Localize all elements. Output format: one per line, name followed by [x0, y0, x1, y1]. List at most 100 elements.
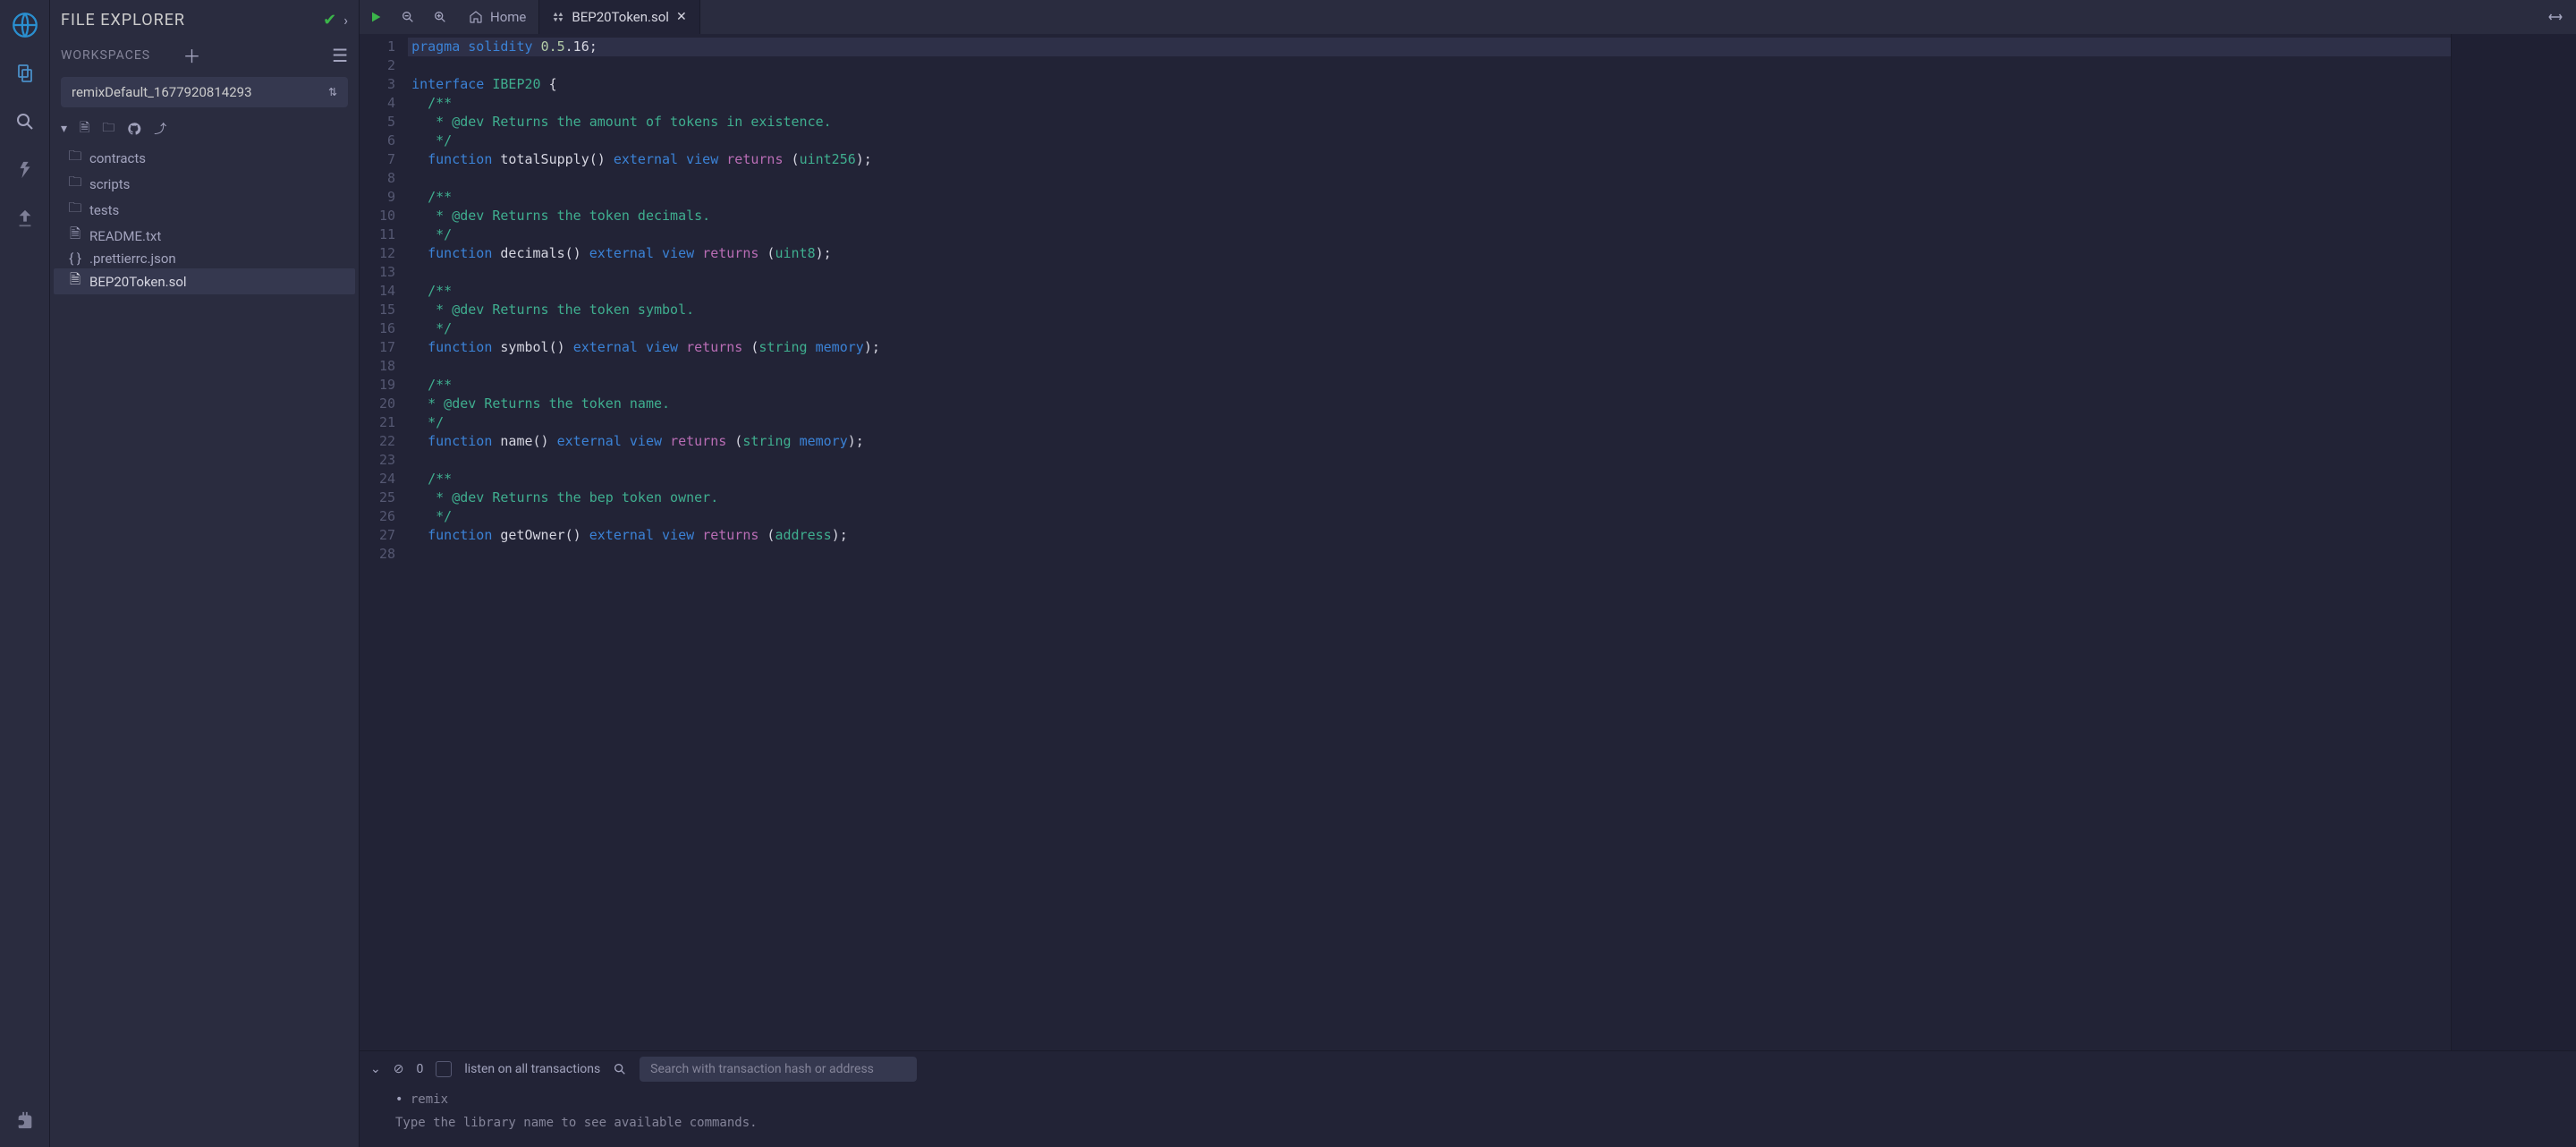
tree-item-label: .prettierrc.json — [89, 251, 176, 267]
terminal-toolbar: ⌄ ⊘ 0 listen on all transactions Search … — [360, 1051, 2576, 1087]
tree-item-label: tests — [89, 202, 119, 218]
code-line[interactable] — [408, 357, 2451, 376]
plugin-manager-icon[interactable] — [9, 1104, 41, 1136]
braces-icon: { } — [68, 251, 82, 267]
tab-home-label: Home — [490, 9, 526, 25]
code-line[interactable]: */ — [408, 507, 2451, 526]
solidity-file-icon — [552, 11, 564, 23]
tree-item-BEP20Token-sol[interactable]: 🗎 BEP20Token.sol — [54, 268, 355, 294]
code-line[interactable]: function getOwner() external view return… — [408, 526, 2451, 545]
code-line[interactable]: * @dev Returns the token name. — [408, 395, 2451, 413]
tab-file-label: BEP20Token.sol — [572, 9, 669, 25]
code-line[interactable]: */ — [408, 132, 2451, 150]
code-line[interactable]: */ — [408, 225, 2451, 244]
add-workspace-button[interactable]: ＋ — [183, 42, 201, 68]
tree-item-label: README.txt — [89, 228, 161, 244]
pending-tx-count: 0 — [416, 1062, 423, 1076]
close-tab-button[interactable]: ✕ — [676, 10, 687, 24]
hamburger-menu-icon[interactable]: ☰ — [332, 45, 348, 66]
code-line[interactable] — [408, 169, 2451, 188]
code-line[interactable]: /** — [408, 470, 2451, 489]
terminal-collapse-icon[interactable]: ⌄ — [370, 1062, 381, 1076]
clear-terminal-icon[interactable]: ⊘ — [394, 1062, 404, 1076]
run-button[interactable] — [360, 0, 392, 34]
code-line[interactable]: /** — [408, 94, 2451, 113]
code-line[interactable]: function decimals() external view return… — [408, 244, 2451, 263]
new-file-icon[interactable]: 🗎 — [80, 118, 89, 140]
icon-rail — [0, 0, 50, 1147]
compile-icon[interactable] — [9, 154, 41, 186]
file-icon: 🗎 — [68, 225, 82, 247]
remix-logo-icon[interactable] — [9, 9, 41, 41]
tree-item-tests[interactable]: 🗀 tests — [54, 197, 355, 223]
code-line[interactable] — [408, 56, 2451, 75]
terminal-search-icon[interactable] — [613, 1062, 627, 1076]
line-gutter: 1234567891011121314151617181920212223242… — [360, 34, 408, 1050]
code-line[interactable] — [408, 451, 2451, 470]
file-tree: 🗀contracts🗀scripts🗀tests🗎README.txt{ }.p… — [50, 145, 359, 1147]
tree-item-label: scripts — [89, 176, 130, 192]
deploy-icon[interactable] — [9, 202, 41, 234]
terminal-search-placeholder: Search with transaction hash or address — [650, 1062, 874, 1076]
tree-item-contracts[interactable]: 🗀contracts — [54, 145, 355, 171]
tree-item-scripts[interactable]: 🗀 scripts — [54, 171, 355, 197]
folder-icon: 🗀 — [68, 173, 82, 195]
chevron-right-icon[interactable]: › — [343, 12, 348, 29]
tree-item-label: contracts — [89, 150, 146, 166]
zoom-in-button[interactable] — [424, 0, 456, 34]
code-area[interactable]: pragma solidity 0.5.16; interface IBEP20… — [408, 34, 2451, 1050]
workspace-selector[interactable]: remixDefault_1677920814293 ⇅ — [61, 77, 348, 107]
code-line[interactable]: function totalSupply() external view ret… — [408, 150, 2451, 169]
zoom-out-button[interactable] — [392, 0, 424, 34]
new-folder-icon[interactable]: 🗀 — [102, 118, 114, 140]
home-icon — [469, 10, 483, 24]
tree-item-README-txt[interactable]: 🗎 README.txt — [54, 223, 355, 249]
code-line[interactable]: function symbol() external view returns … — [408, 338, 2451, 357]
code-line[interactable]: interface IBEP20 { — [408, 75, 2451, 94]
code-line[interactable]: /** — [408, 188, 2451, 207]
terminal-line-1: Type the library name to see available c… — [395, 1114, 2540, 1132]
workspaces-row: WORKSPACES ＋ ☰ — [50, 37, 359, 73]
editor-main: Home BEP20Token.sol ✕ 123456789101112131… — [360, 0, 2576, 1147]
upload-icon[interactable]: ⤴ — [154, 120, 166, 138]
code-line[interactable]: /** — [408, 376, 2451, 395]
tab-home[interactable]: Home — [456, 0, 539, 34]
workspace-selector-value: remixDefault_1677920814293 — [72, 84, 252, 100]
minimap[interactable] — [2451, 34, 2576, 1050]
tab-bar: Home BEP20Token.sol ✕ — [456, 0, 700, 34]
code-line[interactable]: pragma solidity 0.5.16; — [408, 38, 2451, 56]
code-line[interactable]: */ — [408, 319, 2451, 338]
code-line[interactable]: function name() external view returns (s… — [408, 432, 2451, 451]
code-editor[interactable]: 1234567891011121314151617181920212223242… — [360, 34, 2576, 1050]
terminal-panel: ⌄ ⊘ 0 listen on all transactions Search … — [360, 1050, 2576, 1147]
folder-icon: 🗀 — [68, 199, 82, 221]
search-icon[interactable] — [9, 106, 41, 138]
file-explorer-title: FILE EXPLORER — [61, 11, 316, 30]
tree-item-label: BEP20Token.sol — [89, 274, 187, 290]
file-explorer-panel: FILE EXPLORER ✔ › WORKSPACES ＋ ☰ remixDe… — [50, 0, 360, 1147]
file-icon: 🗎 — [68, 270, 82, 293]
code-line[interactable]: * @dev Returns the bep token owner. — [408, 489, 2451, 507]
check-icon[interactable]: ✔ — [323, 11, 336, 30]
tree-item--prettierrc-json[interactable]: { } .prettierrc.json — [54, 249, 355, 268]
code-line[interactable]: /** — [408, 282, 2451, 301]
code-line[interactable]: * @dev Returns the token decimals. — [408, 207, 2451, 225]
code-line[interactable]: */ — [408, 413, 2451, 432]
terminal-output[interactable]: • remix Type the library name to see ava… — [360, 1087, 2576, 1147]
file-explorer-icon[interactable] — [9, 57, 41, 89]
code-line[interactable]: * @dev Returns the token symbol. — [408, 301, 2451, 319]
file-explorer-header: FILE EXPLORER ✔ › — [50, 0, 359, 37]
terminal-line-0: remix — [411, 1092, 448, 1107]
code-line[interactable]: * @dev Returns the amount of tokens in e… — [408, 113, 2451, 132]
tab-file[interactable]: BEP20Token.sol ✕ — [539, 0, 699, 34]
listen-checkbox[interactable] — [436, 1061, 452, 1077]
terminal-search-input[interactable]: Search with transaction hash or address — [640, 1057, 917, 1082]
expand-editor-button[interactable] — [2535, 11, 2576, 23]
tree-collapse-icon[interactable]: ▾ — [61, 122, 67, 136]
github-icon[interactable] — [127, 122, 141, 136]
listen-label: listen on all transactions — [464, 1062, 600, 1076]
tree-toolbar: ▾ 🗎 🗀 ⤴ — [50, 115, 359, 145]
editor-toolbar: Home BEP20Token.sol ✕ — [360, 0, 2576, 34]
code-line[interactable] — [408, 545, 2451, 564]
code-line[interactable] — [408, 263, 2451, 282]
